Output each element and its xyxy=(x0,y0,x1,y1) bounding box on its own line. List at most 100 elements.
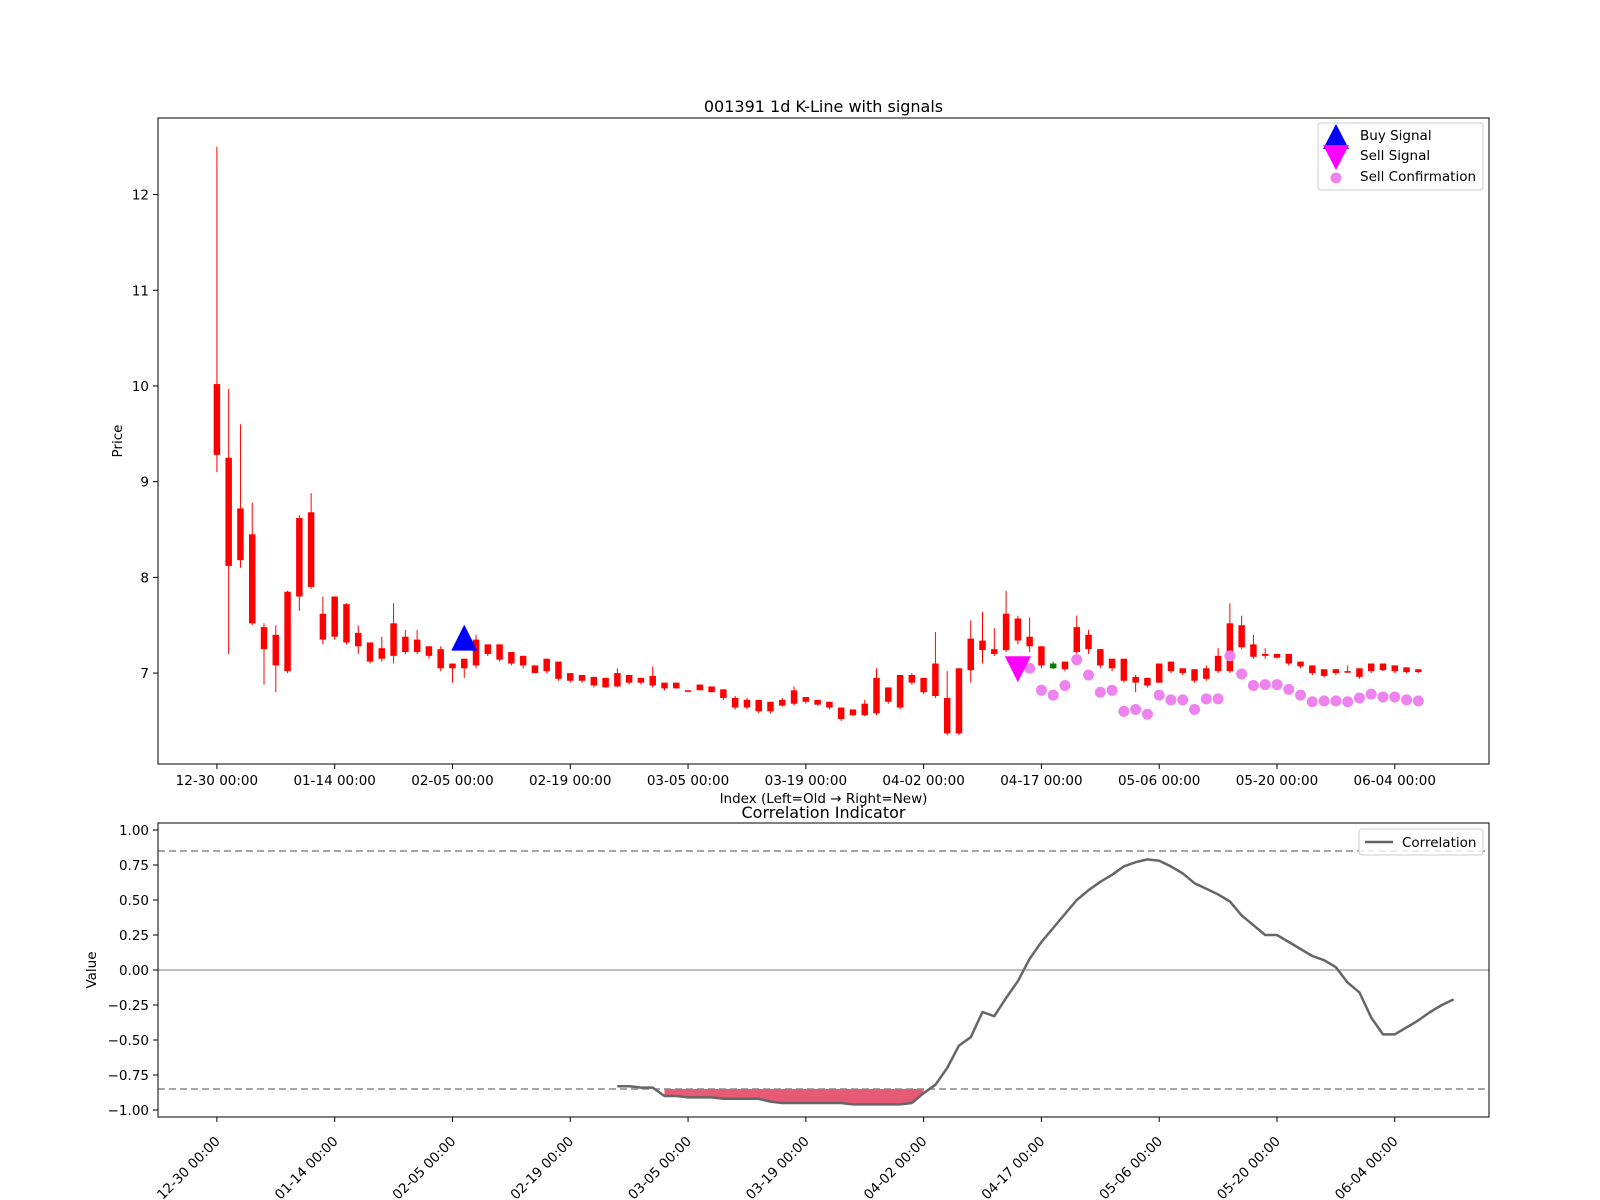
kline-xtick-label: 03-05 00:00 xyxy=(647,773,729,789)
candle-body xyxy=(1155,663,1163,683)
candle-body xyxy=(1203,668,1210,679)
candle-body xyxy=(1026,636,1033,647)
candle-body xyxy=(272,634,280,666)
candle-body xyxy=(908,674,916,683)
sell-confirmation-point xyxy=(1083,669,1095,681)
candle xyxy=(849,709,857,717)
candle-body xyxy=(955,668,963,734)
candle-body xyxy=(614,673,621,687)
candle-body xyxy=(1297,661,1304,667)
corr-title: Correlation Indicator xyxy=(741,803,905,822)
candle xyxy=(1191,669,1198,683)
candle-body xyxy=(1367,663,1375,672)
candle-body xyxy=(1144,677,1151,686)
kline-xtick-label: 04-02 00:00 xyxy=(882,773,964,789)
sell-confirmation-point xyxy=(1353,692,1365,704)
candle xyxy=(555,661,562,681)
kline-xtick-label: 03-19 00:00 xyxy=(765,773,847,789)
sell-confirmation-point xyxy=(1118,705,1130,717)
candle-body xyxy=(790,690,798,704)
candle-body xyxy=(673,682,680,689)
sell-confirmation-point xyxy=(1071,654,1083,666)
sell-confirmation-point xyxy=(1330,695,1342,707)
kline-title: 001391 1d K-Line with signals xyxy=(704,97,943,116)
kline-ytick-label: 8 xyxy=(140,570,149,586)
candle-body xyxy=(849,709,857,716)
sell-confirmation-point xyxy=(1200,693,1212,705)
kline-xtick-label: 12-30 00:00 xyxy=(176,773,258,789)
candle-body xyxy=(1391,665,1399,672)
candle xyxy=(284,590,291,674)
candle-body xyxy=(1226,623,1234,672)
candle-body xyxy=(991,649,998,654)
candle-body xyxy=(354,632,362,647)
candle-body xyxy=(1108,658,1116,669)
candle-body xyxy=(1309,665,1316,674)
candle-body xyxy=(1250,644,1257,657)
candle xyxy=(1097,649,1104,669)
candle-body xyxy=(307,512,315,587)
candle-body xyxy=(237,508,244,561)
candle-body xyxy=(1167,661,1175,672)
candle-body xyxy=(284,591,291,672)
candle xyxy=(296,515,303,611)
candle-body xyxy=(896,674,904,708)
candle xyxy=(755,699,762,714)
candle-body xyxy=(1356,668,1363,677)
sell-confirmation-point xyxy=(1412,695,1424,707)
candle-body xyxy=(1403,667,1410,673)
legend-sell-label: Sell Signal xyxy=(1360,148,1430,164)
corr-ytick-label: −1.00 xyxy=(108,1103,149,1119)
candle-body xyxy=(1344,671,1351,673)
candle-body xyxy=(1261,653,1269,656)
candle-body xyxy=(731,697,739,708)
kline-xtick-label: 05-06 00:00 xyxy=(1118,773,1200,789)
candle xyxy=(920,677,927,695)
sell-confirmation-point xyxy=(1271,679,1283,691)
corr-ytick-label: 0.50 xyxy=(119,893,149,909)
sell-confirmation-point xyxy=(1236,668,1248,680)
candle-body xyxy=(1179,668,1186,674)
sell-confirmation-point xyxy=(1377,691,1389,703)
candle-body xyxy=(1379,663,1387,671)
candle xyxy=(343,603,350,645)
candle-body xyxy=(484,644,492,654)
kline-ytick-label: 10 xyxy=(132,379,149,395)
candle-body xyxy=(767,701,774,712)
candle-body xyxy=(1049,663,1057,669)
candle-body xyxy=(378,648,386,659)
candle-body xyxy=(590,676,598,686)
candle-body xyxy=(1214,655,1222,672)
sell-confirmation-point xyxy=(1106,684,1118,696)
candle-body xyxy=(519,655,527,666)
candle xyxy=(885,687,892,704)
candle-body xyxy=(343,604,350,643)
kline-ylabel: Price xyxy=(110,425,126,458)
candle xyxy=(837,707,845,721)
candle xyxy=(1014,615,1022,645)
corr-ytick-label: 0.00 xyxy=(119,963,149,979)
candle xyxy=(331,596,338,640)
kline-ytick-label: 12 xyxy=(132,188,149,204)
candle-body xyxy=(1038,646,1045,666)
candle-body xyxy=(979,640,986,651)
candle-body xyxy=(1320,669,1328,676)
candle-body xyxy=(1097,649,1104,666)
candle-body xyxy=(425,646,433,656)
candle-body xyxy=(296,518,303,597)
sell-confirmation-point xyxy=(1047,689,1059,701)
candle-body xyxy=(932,663,939,697)
corr-ylabel: Value xyxy=(84,951,100,988)
candle-body xyxy=(1085,634,1092,650)
sell-confirmation-point xyxy=(1130,703,1142,715)
legend-buy-label: Buy Signal xyxy=(1360,128,1432,144)
candle xyxy=(955,668,963,736)
candle-body xyxy=(472,639,480,666)
kline-xtick-label: 04-17 00:00 xyxy=(1000,773,1082,789)
legend-corr-label: Correlation xyxy=(1402,835,1476,851)
figure: 001391 1d K-Line with signals 789101112 … xyxy=(0,0,1600,1200)
candle-body xyxy=(319,613,327,640)
corr-ytick-label: 0.25 xyxy=(119,928,149,944)
candle-body xyxy=(260,627,268,650)
candle-body xyxy=(826,701,833,708)
